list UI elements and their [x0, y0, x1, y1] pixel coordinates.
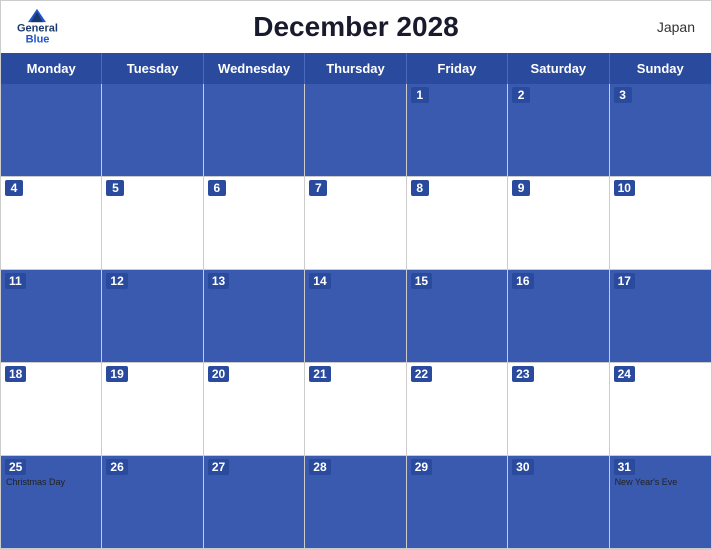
day-cell: 10 — [610, 177, 711, 270]
day-cell: 13 — [204, 270, 305, 363]
day-cell: 26 — [102, 456, 203, 549]
day-number: 12 — [106, 273, 127, 289]
day-cell: 23 — [508, 363, 609, 456]
day-cell: 16 — [508, 270, 609, 363]
day-number: 26 — [106, 459, 127, 475]
logo-bird-icon — [28, 9, 46, 23]
day-cell: 29 — [407, 456, 508, 549]
day-number: 3 — [614, 87, 632, 103]
day-number: 14 — [309, 273, 330, 289]
day-cell: 8 — [407, 177, 508, 270]
day-number: 27 — [208, 459, 229, 475]
day-number: 31 — [614, 459, 635, 475]
day-number: 2 — [512, 87, 530, 103]
calendar-grid: 1234567891011121314151617181920212223242… — [1, 84, 711, 549]
day-cell: 12 — [102, 270, 203, 363]
event-label: New Year's Eve — [615, 477, 706, 488]
day-cell: 31 New Year's Eve — [610, 456, 711, 549]
day-header-thursday: Thursday — [305, 53, 406, 84]
day-cell: 15 — [407, 270, 508, 363]
day-header-tuesday: Tuesday — [102, 53, 203, 84]
day-number: 22 — [411, 366, 432, 382]
day-headers-row: Monday Tuesday Wednesday Thursday Friday… — [1, 53, 711, 84]
day-cell — [204, 84, 305, 177]
day-number: 29 — [411, 459, 432, 475]
day-cell: 21 — [305, 363, 406, 456]
calendar: General Blue December 2028 Japan Monday … — [0, 0, 712, 550]
day-number: 20 — [208, 366, 229, 382]
day-number: 30 — [512, 459, 533, 475]
day-header-saturday: Saturday — [508, 53, 609, 84]
day-number: 24 — [614, 366, 635, 382]
day-number: 11 — [5, 273, 26, 289]
day-cell: 14 — [305, 270, 406, 363]
day-number: 9 — [512, 180, 530, 196]
day-cell: 1 — [407, 84, 508, 177]
day-number: 8 — [411, 180, 429, 196]
day-cell: 28 — [305, 456, 406, 549]
event-label: Christmas Day — [6, 477, 96, 488]
day-number: 1 — [411, 87, 429, 103]
day-cell: 5 — [102, 177, 203, 270]
day-number: 19 — [106, 366, 127, 382]
day-cell: 17 — [610, 270, 711, 363]
day-number: 10 — [614, 180, 635, 196]
day-cell: 3 — [610, 84, 711, 177]
day-cell — [102, 84, 203, 177]
day-header-sunday: Sunday — [610, 53, 711, 84]
logo-blue: Blue — [26, 35, 50, 46]
day-number: 5 — [106, 180, 124, 196]
day-cell: 9 — [508, 177, 609, 270]
day-number: 16 — [512, 273, 533, 289]
day-cell: 20 — [204, 363, 305, 456]
day-cell: 30 — [508, 456, 609, 549]
day-cell: 6 — [204, 177, 305, 270]
day-number: 6 — [208, 180, 226, 196]
day-number: 28 — [309, 459, 330, 475]
day-cell: 18 — [1, 363, 102, 456]
day-header-monday: Monday — [1, 53, 102, 84]
day-number: 7 — [309, 180, 327, 196]
country-label: Japan — [657, 19, 695, 35]
day-number: 18 — [5, 366, 26, 382]
day-number: 4 — [5, 180, 23, 196]
day-number: 13 — [208, 273, 229, 289]
day-number: 21 — [309, 366, 330, 382]
day-cell: 27 — [204, 456, 305, 549]
day-cell: 11 — [1, 270, 102, 363]
day-number: 25 — [5, 459, 26, 475]
day-number: 15 — [411, 273, 432, 289]
day-cell: 7 — [305, 177, 406, 270]
page-title: December 2028 — [253, 11, 458, 43]
logo: General Blue — [17, 9, 58, 46]
day-header-friday: Friday — [407, 53, 508, 84]
day-cell — [305, 84, 406, 177]
day-header-wednesday: Wednesday — [204, 53, 305, 84]
day-cell: 24 — [610, 363, 711, 456]
day-cell — [1, 84, 102, 177]
day-cell: 4 — [1, 177, 102, 270]
day-number: 23 — [512, 366, 533, 382]
calendar-header: General Blue December 2028 Japan — [1, 1, 711, 53]
day-cell: 25 Christmas Day — [1, 456, 102, 549]
day-cell: 22 — [407, 363, 508, 456]
day-number: 17 — [614, 273, 635, 289]
day-cell: 19 — [102, 363, 203, 456]
day-cell: 2 — [508, 84, 609, 177]
